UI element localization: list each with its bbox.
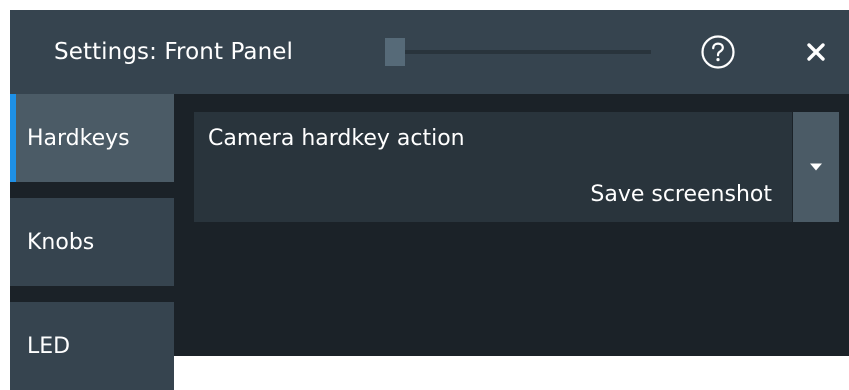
scroll-slider-handle[interactable] — [385, 38, 405, 66]
sidebar-item-led[interactable]: LED — [10, 302, 174, 390]
dropdown-button[interactable] — [793, 112, 839, 222]
settings-sidebar: Hardkeys Knobs LED — [10, 94, 180, 390]
setting-label: Camera hardkey action — [208, 126, 465, 151]
title-bar[interactable]: Settings: Front Panel — [10, 10, 849, 94]
dialog-title: Settings: Front Panel — [54, 39, 294, 65]
caret-down-icon — [810, 163, 822, 171]
scroll-slider-track[interactable] — [385, 50, 651, 54]
close-icon[interactable] — [799, 35, 833, 69]
sidebar-item-hardkeys[interactable]: Hardkeys — [10, 94, 174, 182]
sidebar-item-label: LED — [27, 333, 71, 359]
sidebar-item-label: Knobs — [27, 229, 95, 255]
setting-value: Save screenshot — [590, 182, 772, 207]
sidebar-item-label: Hardkeys — [27, 125, 130, 151]
help-icon[interactable] — [698, 32, 738, 72]
sidebar-item-knobs[interactable]: Knobs — [10, 198, 174, 286]
settings-dialog: Settings: Front Panel Hardkeys Knobs LED — [10, 10, 849, 390]
camera-hardkey-action-field[interactable]: Camera hardkey action Save screenshot — [194, 112, 792, 222]
